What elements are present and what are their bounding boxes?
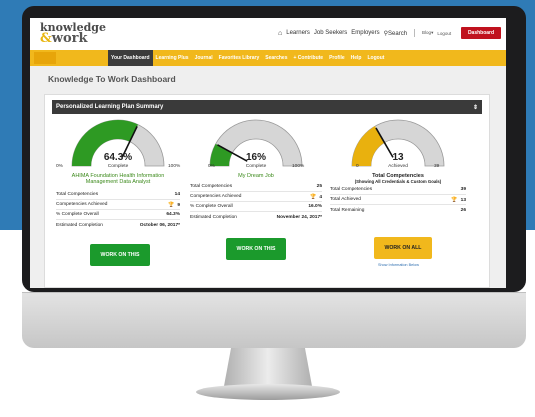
search-link[interactable]: ⚲Search <box>384 30 407 37</box>
top-nav-job-seekers[interactable]: Job Seekers <box>314 30 347 36</box>
nav-help[interactable]: Help <box>348 50 365 66</box>
logo-ampersand: & <box>40 31 52 46</box>
work-on-this-button[interactable]: WORK ON THIS <box>90 244 150 266</box>
plan-subtitle: (Showing All Credentials & Custom Goals) <box>354 179 442 184</box>
stat-value-with-trophy: 🏆 9 <box>168 202 180 208</box>
stat-label: Competencies Achieved <box>56 202 108 207</box>
stat-label: Total Remaining <box>330 207 365 213</box>
stat-row: Competencies Achieved 🏆 9 <box>56 200 180 210</box>
nav-journal[interactable]: Journal <box>192 50 216 66</box>
stat-value: 39 <box>460 187 466 192</box>
sort-icon[interactable]: ⇕ <box>473 104 478 111</box>
stat-row: Total Achieved 🏆 13 <box>330 195 466 205</box>
monitor-chin <box>22 292 526 348</box>
show-information-link[interactable]: Show Information Below <box>378 263 419 267</box>
panel-title: Personalized Learning Plan Summary <box>56 104 164 110</box>
top-nav-divider <box>414 29 416 37</box>
logout-link[interactable]: Logout <box>437 31 451 36</box>
gauge-max-label: 100% <box>292 164 305 169</box>
stat-value: 26 <box>460 207 466 213</box>
gauge-min-label: 0% <box>208 164 215 169</box>
panel-header[interactable]: Personalized Learning Plan Summary ⇕ <box>52 100 482 114</box>
stat-label: % Complete Overall <box>56 212 99 217</box>
gauge-min-label: 0% <box>56 164 63 169</box>
stat-value: November 24, 2017* <box>276 214 322 220</box>
stat-label: Total Competencies <box>330 187 373 192</box>
trophy-icon: 🏆 <box>451 196 458 203</box>
monitor-stand-base <box>196 384 340 400</box>
stats-table: Total Competencies 39 Total Achieved 🏆 13 T… <box>330 185 466 215</box>
gauge-value: 64.3% <box>103 152 133 163</box>
stat-value: 64.3% <box>166 212 180 217</box>
blog-label: Blog <box>422 30 432 35</box>
dashboard-button[interactable]: Dashboard <box>461 27 501 39</box>
logo-line2-text: work <box>51 31 88 46</box>
nav-logout[interactable]: Logout <box>364 50 387 66</box>
stat-label: Competencies Achieved <box>190 194 242 199</box>
stat-row: Total Competencies 39 <box>330 185 466 195</box>
nav-learning-plus[interactable]: Learning Plus <box>153 50 192 66</box>
plan-title[interactable]: AHIMA Foundation Health Information Mana… <box>56 173 180 186</box>
stat-label: Total Competencies <box>56 192 99 197</box>
blog-dropdown[interactable]: Blog▾ <box>422 30 433 36</box>
top-nav: ⌂ Learners Job Seekers Employers ⚲Search… <box>278 29 451 37</box>
trophy-icon: 🏆 <box>310 193 317 200</box>
main-nav: Your Dashboard Learning Plus Journal Fav… <box>30 50 506 66</box>
main-nav-items: Your Dashboard Learning Plus Journal Fav… <box>108 50 387 66</box>
gauge-sub-label: Complete <box>107 164 129 169</box>
stat-value: 4 <box>319 194 322 200</box>
chevron-down-icon: ▾ <box>431 30 434 35</box>
gauge-value: 13 <box>392 152 404 163</box>
stat-value: 14 <box>174 192 180 197</box>
gauge-min-label: 0 <box>356 164 359 169</box>
stat-value-with-trophy: 🏆 13 <box>451 197 466 203</box>
stat-row: % Complete Overall 16.0% <box>190 202 322 212</box>
stat-value: 25 <box>316 184 322 189</box>
stats-table: Total Competencies 14 Competencies Achiev… <box>56 190 180 234</box>
nav-favorites-library[interactable]: Favorites Library <box>216 50 263 66</box>
stat-value-with-trophy: 🏆 4 <box>310 194 322 200</box>
stat-label: Estimated Completion <box>56 222 103 228</box>
stat-label: Estimated Completion <box>190 214 237 220</box>
site-header: knowledge &work ⌂ Learners Job Seekers E… <box>30 18 506 50</box>
gauge-sub-label: Achieved <box>388 164 408 169</box>
page-title: Knowledge To Work Dashboard <box>48 74 176 84</box>
nav-profile[interactable]: Profile <box>326 50 348 66</box>
gauge-max-label: 39 <box>434 164 440 169</box>
stat-label: Total Achieved <box>330 197 361 202</box>
nav-contribute[interactable]: + Contribute <box>290 50 326 66</box>
trophy-icon: 🏆 <box>168 201 175 208</box>
search-label: Search <box>388 30 408 37</box>
stat-value: October 06, 2017* <box>139 222 180 228</box>
stats-table: Total Competencies 25 Competencies Achiev… <box>190 182 322 226</box>
monitor-stand-neck <box>224 348 312 386</box>
logo-line2: &work <box>40 31 106 46</box>
stat-value: 9 <box>177 202 180 208</box>
stat-row: Total Competencies 25 <box>190 182 322 192</box>
nav-searches[interactable]: Searches <box>262 50 290 66</box>
work-on-all-button[interactable]: WORK ON ALL <box>374 237 432 259</box>
stat-row: % Complete Overall 64.3% <box>56 210 180 220</box>
monitor-screen: knowledge &work ⌂ Learners Job Seekers E… <box>30 18 506 288</box>
stat-row: Competencies Achieved 🏆 4 <box>190 192 322 202</box>
work-on-this-button[interactable]: WORK ON THIS <box>226 238 286 260</box>
gauge-max-label: 100% <box>168 164 181 169</box>
stat-label: Total Competencies <box>190 184 233 189</box>
top-nav-employers[interactable]: Employers <box>351 30 379 36</box>
gauge-sub-label: Complete <box>245 164 267 169</box>
stat-row: Total Remaining 26 <box>330 205 466 215</box>
stat-label: % Complete Overall <box>190 204 233 209</box>
top-nav-learners[interactable]: Learners <box>286 30 310 36</box>
site-logo[interactable]: knowledge &work <box>40 22 106 46</box>
gauge-value: 16% <box>245 152 266 163</box>
stat-value: 13 <box>460 197 466 203</box>
stat-value: 16.0% <box>308 204 322 209</box>
stat-row: Total Competencies 14 <box>56 190 180 200</box>
plan-title[interactable]: My Dream Job <box>190 173 322 179</box>
stat-row: Estimated Completion October 06, 2017* <box>56 220 180 230</box>
nav-your-dashboard[interactable]: Your Dashboard <box>108 50 153 66</box>
stat-row: Estimated Completion November 24, 2017* <box>190 212 322 222</box>
home-icon[interactable]: ⌂ <box>278 30 282 37</box>
nav-badge <box>34 52 56 64</box>
